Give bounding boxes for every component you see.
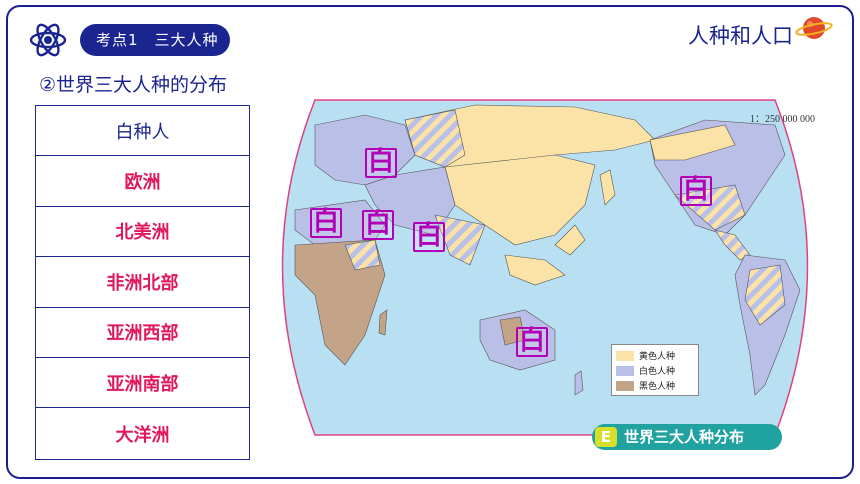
legend-label: 黑色人种 bbox=[639, 382, 676, 392]
legend-label: 黄色人种 bbox=[639, 352, 676, 362]
planet-icon bbox=[795, 17, 833, 39]
map-caption: 世界三大人种分布 bbox=[592, 424, 782, 450]
white-race-marker-south-asia: 白 bbox=[413, 222, 445, 252]
table-row: 北美洲 bbox=[36, 207, 249, 258]
table-row: 欧洲 bbox=[36, 156, 249, 207]
table-heading: 白种人 bbox=[36, 106, 249, 157]
caption-badge: E bbox=[595, 427, 617, 447]
subtitle: ②世界三大人种的分布 bbox=[39, 74, 228, 96]
legend-swatch bbox=[616, 350, 634, 361]
white-race-marker-europe: 白 bbox=[365, 148, 397, 178]
map-scale: 1：250 000 000 bbox=[750, 114, 815, 125]
legend-item: 黑色人种 bbox=[616, 378, 694, 393]
section-title: 人种和人口 bbox=[688, 24, 793, 48]
table-row: 大洋洲 bbox=[115, 424, 170, 446]
world-map bbox=[281, 99, 809, 436]
topic-pill: 考点1 三大人种 bbox=[80, 24, 230, 56]
legend-item: 黄色人种 bbox=[616, 348, 694, 363]
region-table: 白种人 欧洲 北美洲 非洲北部 亚洲西部 亚洲南部 大洋洲 bbox=[35, 105, 250, 460]
map-legend: 黄色人种 白色人种 黑色人种 bbox=[611, 344, 699, 396]
table-row: 非洲北部 bbox=[36, 257, 249, 308]
legend-swatch bbox=[616, 380, 634, 391]
white-race-marker-north-america: 白 bbox=[680, 176, 712, 206]
table-row: 亚洲西部 bbox=[36, 308, 249, 358]
table-row: 亚洲南部 bbox=[36, 358, 249, 409]
white-race-marker-oceania: 白 bbox=[516, 327, 548, 357]
legend-label: 白色人种 bbox=[639, 367, 676, 377]
legend-item: 白色人种 bbox=[616, 363, 694, 378]
atom-icon bbox=[29, 23, 67, 57]
legend-swatch bbox=[616, 365, 634, 376]
white-race-marker-west-asia: 白 bbox=[362, 210, 394, 240]
white-race-marker-north-africa: 白 bbox=[310, 208, 342, 238]
